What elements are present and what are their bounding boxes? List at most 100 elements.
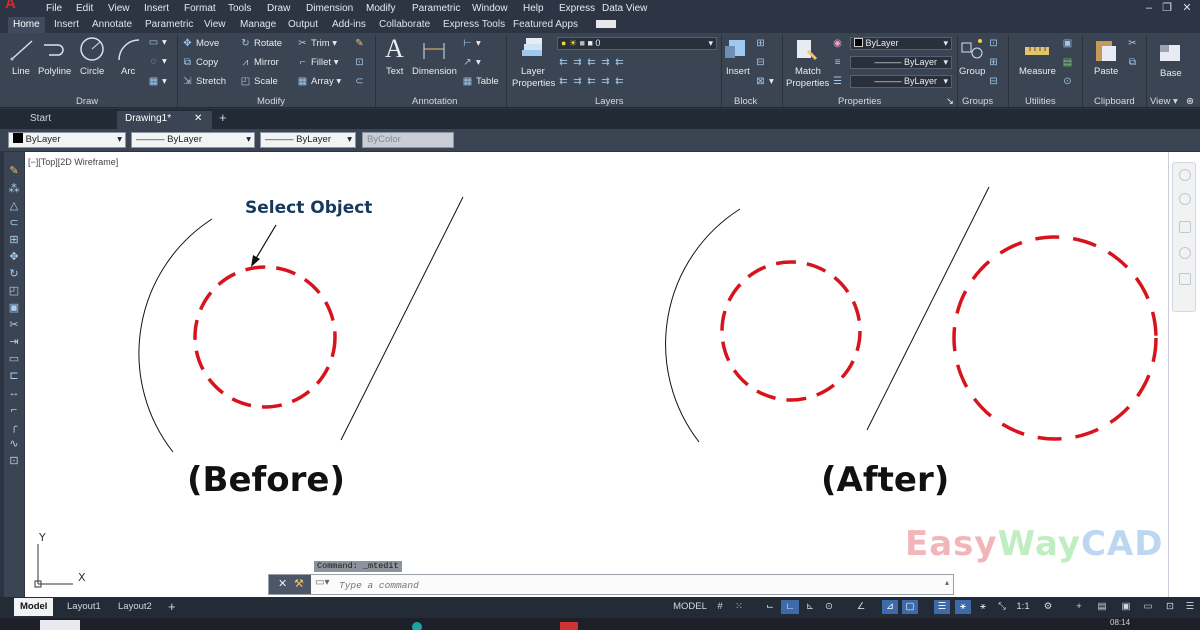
ribbon-options-icon[interactable]: ⊛ <box>1186 96 1194 107</box>
linetype-dropdown[interactable]: ——— ByLayer ▾ <box>850 56 952 69</box>
utilities-panel-title[interactable]: Utilities <box>1025 96 1056 107</box>
layers-panel-title[interactable]: Layers <box>595 96 624 107</box>
layer-properties-label-1[interactable]: Layer <box>521 66 545 77</box>
table-button[interactable]: ▦ Table <box>462 76 499 87</box>
menu-file[interactable]: File <box>46 3 62 14</box>
tab-featured-apps[interactable]: Featured Apps <box>513 19 578 30</box>
menu-data-view[interactable]: Data View <box>602 3 647 14</box>
tab-insert[interactable]: Insert <box>54 19 79 30</box>
taskbar-app-icon[interactable] <box>412 622 422 630</box>
match-properties-icon[interactable] <box>794 37 820 63</box>
dimension-icon[interactable] <box>421 37 447 63</box>
line-icon[interactable] <box>9 37 35 63</box>
polar-icon[interactable]: ⊾ <box>802 600 818 614</box>
new-tab-icon[interactable]: + <box>219 111 227 129</box>
isolate-objects-icon[interactable]: ▣ <box>1118 600 1134 614</box>
copy-tool-icon[interactable]: ⁂ <box>7 182 21 196</box>
trim-tool-icon[interactable]: ✂ <box>7 318 21 332</box>
menu-draw[interactable]: Draw <box>267 3 290 14</box>
layer-tools-row-1[interactable]: ⇇ ⇉ ⇇ ⇉ ⇇ <box>558 57 628 68</box>
color-dropdown[interactable]: ByLayer ▾ <box>850 37 952 50</box>
trim-button[interactable]: ✂ Trim ▾ <box>297 38 337 49</box>
id-point-icon[interactable]: ⊙ <box>1062 76 1076 87</box>
pen-icon[interactable]: ✎ <box>7 164 21 178</box>
move-tool-icon[interactable]: ✥ <box>7 250 21 264</box>
mirror-button[interactable]: ⩘ Mirror <box>240 57 279 68</box>
clean-screen-icon[interactable]: ▭ <box>1140 600 1156 614</box>
measure-label[interactable]: Measure <box>1019 66 1056 77</box>
offset-tool-icon[interactable]: ⊂ <box>7 216 21 230</box>
clipboard-panel-title[interactable]: Clipboard <box>1094 96 1135 107</box>
base-view-icon[interactable] <box>1157 39 1183 65</box>
calculator-icon[interactable]: ▤ <box>1062 57 1076 68</box>
join-tool-icon[interactable]: ↔ <box>7 386 21 400</box>
draw-panel-title[interactable]: Draw <box>76 96 98 107</box>
copy-button[interactable]: ⧉ Copy <box>182 57 218 68</box>
zoom-icon[interactable] <box>1179 247 1191 259</box>
chamfer-tool-icon[interactable]: ⌐ <box>7 403 21 417</box>
explode-button[interactable]: ⊡ <box>354 57 368 68</box>
block-attribute-icon[interactable]: ⊠ ▾ <box>755 76 773 87</box>
tab-express-tools[interactable]: Express Tools <box>443 19 505 30</box>
color-wheel-icon[interactable]: ◉ <box>832 38 846 49</box>
tab-manage[interactable]: Manage <box>240 19 276 30</box>
ungroup-icon[interactable]: ⊡ <box>988 38 1002 49</box>
text-icon[interactable]: A <box>385 34 404 64</box>
text-label[interactable]: Text <box>386 66 403 77</box>
properties-launcher-icon[interactable]: ↘ <box>946 96 954 107</box>
orbit-icon[interactable] <box>1179 273 1191 285</box>
lineweight-toggle-icon[interactable]: ▢ <box>902 600 918 614</box>
tab-model[interactable]: Model <box>14 598 54 616</box>
command-history-toggle-icon[interactable]: ▴ <box>945 578 949 587</box>
quick-calc-icon[interactable]: ▣ <box>1062 38 1076 49</box>
insert-label[interactable]: Insert <box>726 66 750 77</box>
polyline-icon[interactable] <box>41 37 67 63</box>
menu-view[interactable]: View <box>108 3 130 14</box>
dimension-label[interactable]: Dimension <box>412 66 457 77</box>
erase-button[interactable]: ✎ <box>354 38 368 49</box>
break-tool-icon[interactable]: ▭ <box>7 352 21 366</box>
taskbar-autocad-icon[interactable] <box>560 622 578 630</box>
full-navigation-icon[interactable] <box>1179 193 1191 205</box>
object-snap-icon[interactable]: ⊿ <box>882 600 898 614</box>
close-command-line-icon[interactable]: ✕ <box>278 575 287 594</box>
add-layout-icon[interactable]: + <box>162 598 182 616</box>
stretch-tool-icon[interactable]: ▣ <box>7 301 21 315</box>
restore-icon[interactable]: ❐ <box>1160 1 1174 15</box>
annotation-visibility-icon[interactable]: ☰ <box>934 600 950 614</box>
menu-edit[interactable]: Edit <box>76 3 93 14</box>
fillet-button[interactable]: ⌐ Fillet ▾ <box>297 57 339 68</box>
close-tab-icon[interactable]: ✕ <box>194 111 202 129</box>
hatch-tool-icon[interactable]: ◌ ▾ <box>148 56 167 67</box>
menu-tools[interactable]: Tools <box>228 3 251 14</box>
taskbar-search-box[interactable] <box>40 620 80 630</box>
linetype-icon[interactable]: ≡ <box>832 57 846 68</box>
fullscreen-icon[interactable]: ⊡ <box>1162 600 1178 614</box>
copy-clip-icon[interactable]: ⧉ <box>1127 57 1141 68</box>
scale-button[interactable]: ◰ Scale <box>240 76 278 87</box>
scale-value[interactable]: 1:1 <box>1013 600 1033 614</box>
array-button[interactable]: ▦ Array ▾ <box>297 76 341 87</box>
circle-icon[interactable] <box>79 36 105 62</box>
scale-tool-icon[interactable]: ◰ <box>7 284 21 298</box>
circle-label[interactable]: Circle <box>80 66 104 77</box>
boundary-tool-icon[interactable]: ▦ ▾ <box>148 76 167 87</box>
menu-modify[interactable]: Modify <box>366 3 395 14</box>
file-tab-start[interactable]: Start <box>22 111 114 129</box>
match-properties-label-1[interactable]: Match <box>795 66 821 77</box>
fillet-tool-icon[interactable]: ╭ <box>7 420 21 434</box>
create-block-icon[interactable]: ⊞ <box>755 38 769 49</box>
polyline-label[interactable]: Polyline <box>38 66 71 77</box>
rotate-button[interactable]: ↻ Rotate <box>240 38 282 49</box>
layer-dropdown[interactable]: ● ☀ ■ ■ 0 ▾ <box>557 37 717 50</box>
tab-parametric[interactable]: Parametric <box>145 19 193 30</box>
menu-format[interactable]: Format <box>184 3 216 14</box>
ortho-icon[interactable]: ∟ <box>781 600 799 614</box>
isodraft-icon[interactable]: ⊙ <box>820 600 838 614</box>
minimize-icon[interactable]: – <box>1142 1 1156 15</box>
stretch-button[interactable]: ⇲ Stretch <box>182 76 226 87</box>
insert-block-icon[interactable] <box>723 36 749 62</box>
tab-home[interactable]: Home <box>8 17 45 33</box>
line-label[interactable]: Line <box>12 66 30 77</box>
menu-parametric[interactable]: Parametric <box>412 3 460 14</box>
